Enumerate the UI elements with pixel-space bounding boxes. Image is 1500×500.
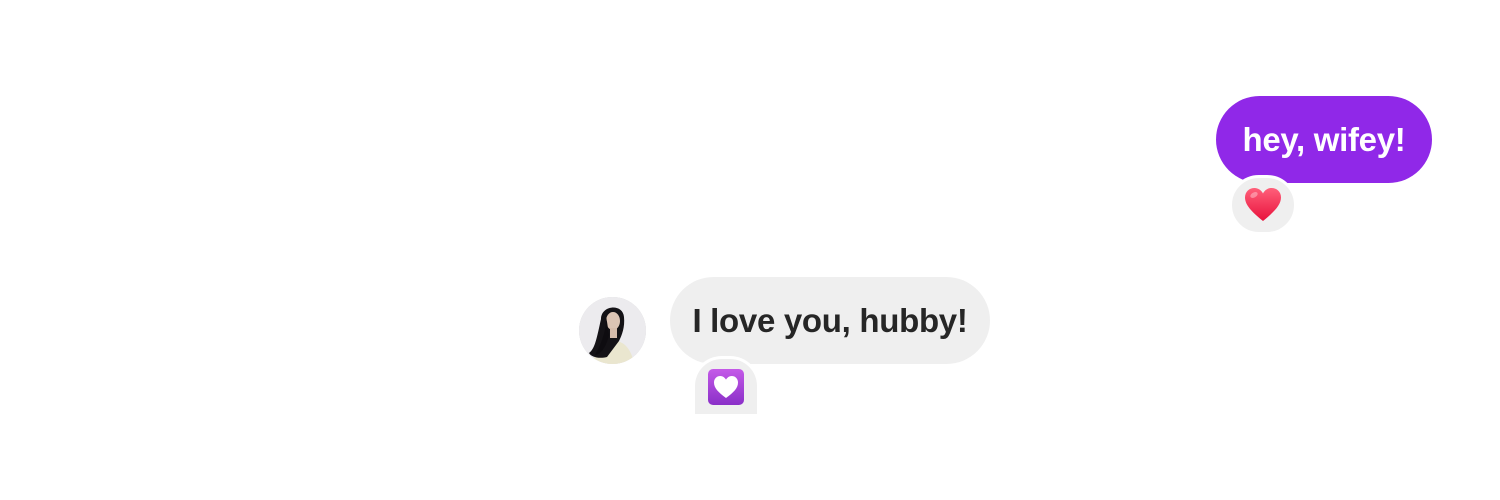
avatar-photo <box>579 297 646 364</box>
incoming-message-reaction[interactable] <box>692 356 760 414</box>
contact-avatar[interactable] <box>579 297 646 364</box>
red-heart-icon <box>1245 188 1281 221</box>
incoming-message-text: I love you, hubby! <box>692 301 968 339</box>
outgoing-message-reaction[interactable] <box>1229 175 1297 235</box>
incoming-message-bubble[interactable]: I love you, hubby! <box>670 277 990 364</box>
chat-thread: hey, wifey! I love you, hubby! <box>0 0 1500 500</box>
heart-decoration-icon <box>708 369 744 405</box>
outgoing-message-text: hey, wifey! <box>1242 120 1406 158</box>
outgoing-message-bubble[interactable]: hey, wifey! <box>1216 96 1432 183</box>
